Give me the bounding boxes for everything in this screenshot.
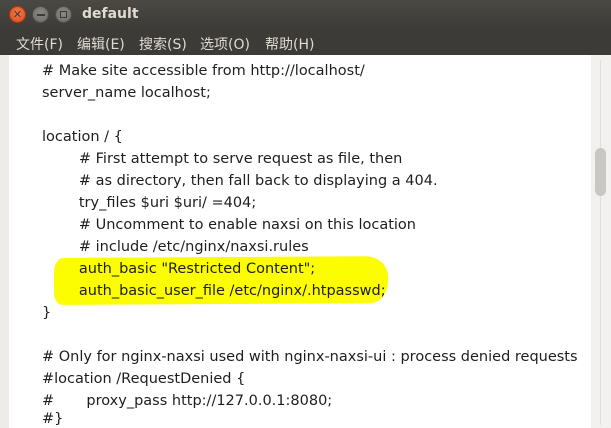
scrollbar-track (600, 60, 601, 425)
code-line: # include /etc/nginx/naxsi.rules (42, 239, 309, 255)
menu-file[interactable]: 文件(F) (16, 34, 63, 54)
code-line: # Uncomment to enable naxsi on this loca… (42, 217, 416, 233)
code-line: #} (42, 411, 64, 427)
menu-edit[interactable]: 编辑(E) (77, 34, 125, 54)
code-line: # Only for nginx-naxsi used with nginx-n… (42, 349, 578, 365)
menu-search[interactable]: 搜索(S) (139, 34, 187, 54)
menu-bar: 文件(F) 编辑(E) 搜索(S) 选项(O) 帮助(H) (0, 30, 611, 55)
minimize-icon (36, 13, 45, 16)
maximize-icon (60, 11, 67, 18)
code-line: # Make site accessible from http://local… (42, 63, 365, 79)
close-window-button[interactable]: ✕ (9, 6, 26, 23)
code-line: location / { (42, 129, 123, 145)
code-line: server_name localhost; (42, 85, 211, 101)
code-line: try_files $uri $uri/ =404; (42, 195, 257, 211)
window-title: default (82, 6, 139, 22)
code-line: auth_basic "Restricted Content"; (42, 261, 316, 277)
vertical-scrollbar[interactable] (591, 55, 611, 428)
code-line: # proxy_pass http://127.0.0.1:8080; (42, 393, 333, 409)
code-line: # First attempt to serve request as file… (42, 151, 403, 167)
scrollbar-thumb[interactable] (595, 148, 606, 196)
close-icon: ✕ (12, 8, 23, 21)
code-line: } (42, 305, 52, 321)
text-editor[interactable]: # Make site accessible from http://local… (9, 55, 591, 428)
title-bar: ✕ default (0, 0, 611, 30)
code-line: #location /RequestDenied { (42, 371, 246, 387)
code-line: auth_basic_user_file /etc/nginx/.htpassw… (42, 283, 386, 299)
maximize-window-button[interactable] (55, 6, 72, 23)
menu-help[interactable]: 帮助(H) (265, 34, 314, 54)
menu-options[interactable]: 选项(O) (200, 34, 250, 54)
minimize-window-button[interactable] (32, 6, 49, 23)
code-line: # as directory, then fall back to displa… (42, 173, 438, 189)
